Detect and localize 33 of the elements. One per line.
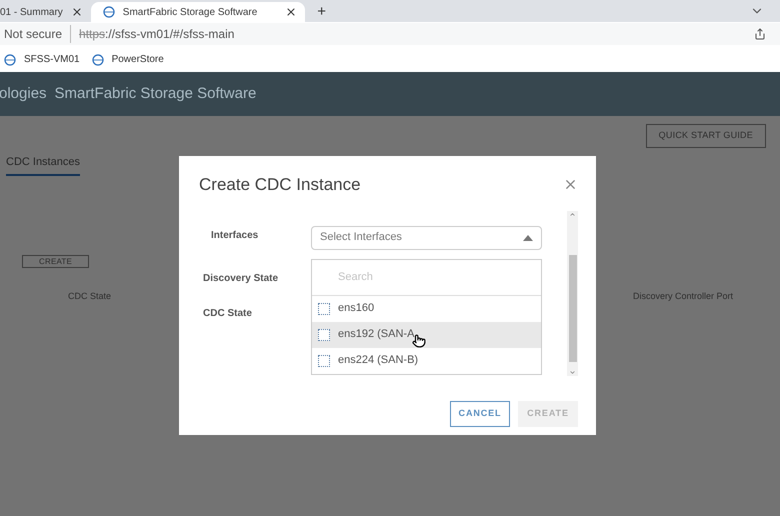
share-icon[interactable] xyxy=(754,28,766,40)
tab-title: SmartFabric Storage Software xyxy=(122,6,258,20)
brand-text: ologies xyxy=(0,84,47,104)
product-title: SmartFabric Storage Software xyxy=(54,84,256,104)
interface-option[interactable]: ens192 (SAN-A xyxy=(312,322,541,348)
site-icon xyxy=(4,54,16,66)
close-icon[interactable] xyxy=(285,6,298,18)
new-tab-button[interactable]: + xyxy=(317,4,326,19)
column-header: CDC State xyxy=(68,290,112,303)
search-field[interactable]: Search xyxy=(338,268,518,286)
field-label: CDC State xyxy=(203,306,252,320)
field-label: Interfaces xyxy=(211,228,258,242)
column-header: Discovery Controller Port xyxy=(633,290,734,303)
tab-title: 01 - Summary xyxy=(0,6,63,20)
interfaces-select[interactable]: Select Interfaces xyxy=(311,226,542,250)
browser-tab[interactable]: SmartFabric Storage Software xyxy=(90,2,306,22)
security-label[interactable]: Not secure xyxy=(4,25,72,43)
site-icon xyxy=(102,6,115,18)
url-text[interactable]: https://sfss-vm01/#/sfss-main xyxy=(71,25,234,43)
checkbox[interactable] xyxy=(318,328,330,340)
checkbox[interactable] xyxy=(318,302,330,314)
site-icon xyxy=(92,54,104,66)
close-icon[interactable] xyxy=(70,6,83,18)
checkbox[interactable] xyxy=(318,354,330,366)
caret-up-icon xyxy=(523,234,533,240)
scroll-up-icon[interactable] xyxy=(569,210,576,218)
field-label: Discovery State xyxy=(203,272,278,286)
scroll-down-icon[interactable] xyxy=(569,368,576,376)
bookmark[interactable]: SFSS-VM01 xyxy=(4,52,80,67)
browser-tab[interactable]: 01 - Summary xyxy=(0,2,91,22)
bookmark[interactable]: PowerStore xyxy=(92,52,164,67)
dialog-title: Create CDC Instance xyxy=(199,174,361,196)
scrollbar-thumb[interactable] xyxy=(568,254,576,362)
